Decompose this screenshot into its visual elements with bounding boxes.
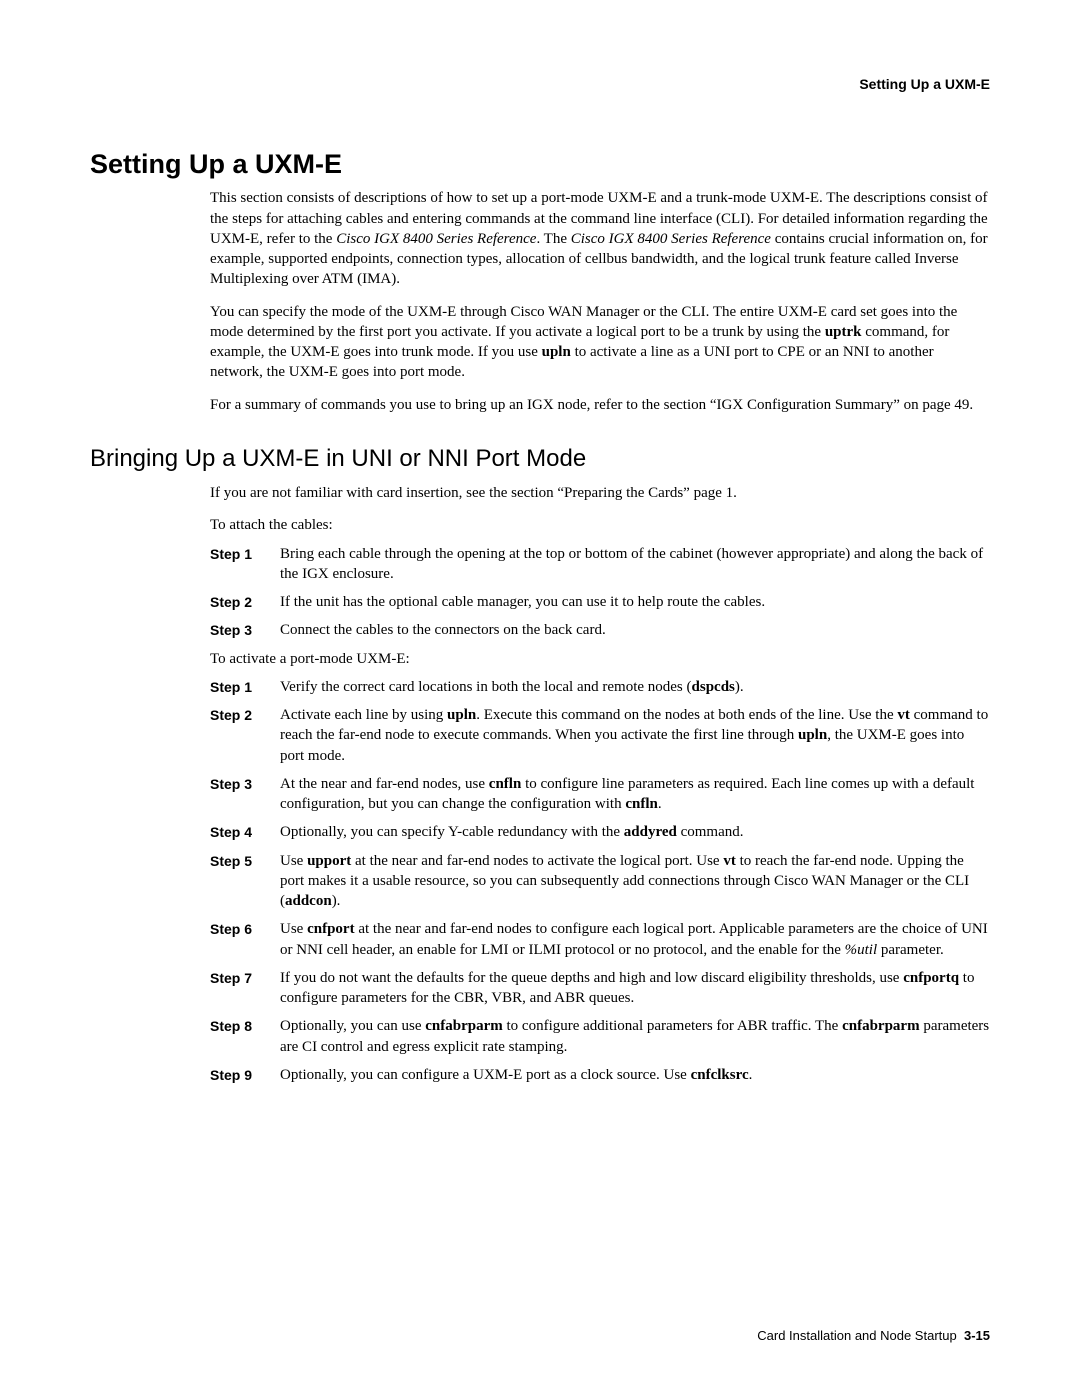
step-row: Step 8 Optionally, you can use cnfabrpar… — [210, 1016, 990, 1057]
command: vt — [723, 853, 736, 869]
step-row: Step 7 If you do not want the defaults f… — [210, 968, 990, 1009]
text: At the near and far-end nodes, use — [280, 776, 489, 792]
text: ). — [332, 893, 341, 909]
step-row: Step 5 Use upport at the near and far-en… — [210, 851, 990, 912]
text: Activate each line by using — [280, 707, 447, 723]
intro-para-1: This section consists of descriptions of… — [210, 188, 990, 289]
step-text: Bring each cable through the opening at … — [280, 544, 990, 585]
step-text: Verify the correct card locations in bot… — [280, 677, 990, 697]
command: vt — [897, 707, 910, 723]
page-footer: Card Installation and Node Startup 3-15 — [757, 1327, 990, 1345]
step-label: Step 2 — [210, 592, 280, 612]
subsection-title: Bringing Up a UXM-E in UNI or NNI Port M… — [90, 443, 990, 475]
text: . — [749, 1067, 753, 1083]
text: Use — [280, 853, 307, 869]
command: uptrk — [825, 324, 862, 340]
step-text: Connect the cables to the connectors on … — [280, 620, 990, 640]
command: cnfportq — [903, 970, 959, 986]
step-row: Step 2 Activate each line by using upln.… — [210, 705, 990, 766]
step-label: Step 2 — [210, 705, 280, 766]
step-text: If you do not want the defaults for the … — [280, 968, 990, 1009]
param-italic: %util — [845, 942, 878, 958]
text: command. — [677, 824, 744, 840]
section-title: Setting Up a UXM-E — [90, 146, 990, 182]
text: . Execute this command on the nodes at b… — [476, 707, 897, 723]
step-text: Optionally, you can specify Y-cable redu… — [280, 822, 990, 842]
command: cnfabrparm — [425, 1018, 503, 1034]
intro-para-3: For a summary of commands you use to bri… — [210, 395, 990, 415]
step-text: At the near and far-end nodes, use cnfln… — [280, 774, 990, 815]
step-label: Step 1 — [210, 677, 280, 697]
text: at the near and far-end nodes to activat… — [351, 853, 723, 869]
sub-intro: If you are not familiar with card insert… — [210, 483, 990, 503]
step-text: Use cnfport at the near and far-end node… — [280, 919, 990, 960]
step-label: Step 1 — [210, 544, 280, 585]
text: Optionally, you can specify Y-cable redu… — [280, 824, 624, 840]
text: Optionally, you can use — [280, 1018, 425, 1034]
text: parameter. — [877, 942, 944, 958]
step-label: Step 3 — [210, 774, 280, 815]
command: upln — [798, 727, 827, 743]
command: addyred — [624, 824, 677, 840]
command: dspcds — [692, 679, 735, 695]
reference-italic: Cisco IGX 8400 Series Reference — [336, 231, 536, 247]
step-text: Optionally, you can use cnfabrparm to co… — [280, 1016, 990, 1057]
step-label: Step 9 — [210, 1065, 280, 1085]
step-row: Step 9 Optionally, you can configure a U… — [210, 1065, 990, 1085]
command: cnfln — [625, 796, 658, 812]
text: Verify the correct card locations in bot… — [280, 679, 692, 695]
lead-attach-cables: To attach the cables: — [210, 515, 990, 535]
step-row: Step 4 Optionally, you can specify Y-cab… — [210, 822, 990, 842]
step-row: Step 6 Use cnfport at the near and far-e… — [210, 919, 990, 960]
text: . — [658, 796, 662, 812]
running-head: Setting Up a UXM-E — [90, 75, 990, 94]
step-row: Step 1 Bring each cable through the open… — [210, 544, 990, 585]
command: cnfln — [489, 776, 522, 792]
step-label: Step 8 — [210, 1016, 280, 1057]
step-text: Use upport at the near and far-end nodes… — [280, 851, 990, 912]
command: cnfabrparm — [842, 1018, 920, 1034]
intro-para-2: You can specify the mode of the UXM-E th… — [210, 302, 990, 383]
text: . The — [536, 231, 570, 247]
step-text: Activate each line by using upln. Execut… — [280, 705, 990, 766]
cable-steps: Step 1 Bring each cable through the open… — [210, 544, 990, 641]
page-number: 3-15 — [964, 1328, 990, 1343]
step-text: If the unit has the optional cable manag… — [280, 592, 990, 612]
text: Use — [280, 921, 307, 937]
command: addcon — [285, 893, 332, 909]
command: cnfport — [307, 921, 355, 937]
step-label: Step 7 — [210, 968, 280, 1009]
reference-italic: Cisco IGX 8400 Series Reference — [571, 231, 771, 247]
command: upln — [447, 707, 476, 723]
step-label: Step 6 — [210, 919, 280, 960]
step-label: Step 3 — [210, 620, 280, 640]
command: cnfclksrc — [691, 1067, 749, 1083]
command: upln — [542, 344, 571, 360]
step-row: Step 3 Connect the cables to the connect… — [210, 620, 990, 640]
step-label: Step 5 — [210, 851, 280, 912]
step-text: Optionally, you can configure a UXM-E po… — [280, 1065, 990, 1085]
text: Optionally, you can configure a UXM-E po… — [280, 1067, 691, 1083]
lead-activate: To activate a port-mode UXM-E: — [210, 649, 990, 669]
text: ). — [735, 679, 744, 695]
step-label: Step 4 — [210, 822, 280, 842]
step-row: Step 2 If the unit has the optional cabl… — [210, 592, 990, 612]
text: If you do not want the defaults for the … — [280, 970, 903, 986]
step-row: Step 1 Verify the correct card locations… — [210, 677, 990, 697]
footer-title: Card Installation and Node Startup — [757, 1328, 956, 1343]
command: upport — [307, 853, 351, 869]
step-row: Step 3 At the near and far-end nodes, us… — [210, 774, 990, 815]
text: to configure additional parameters for A… — [503, 1018, 842, 1034]
activate-steps: Step 1 Verify the correct card locations… — [210, 677, 990, 1085]
